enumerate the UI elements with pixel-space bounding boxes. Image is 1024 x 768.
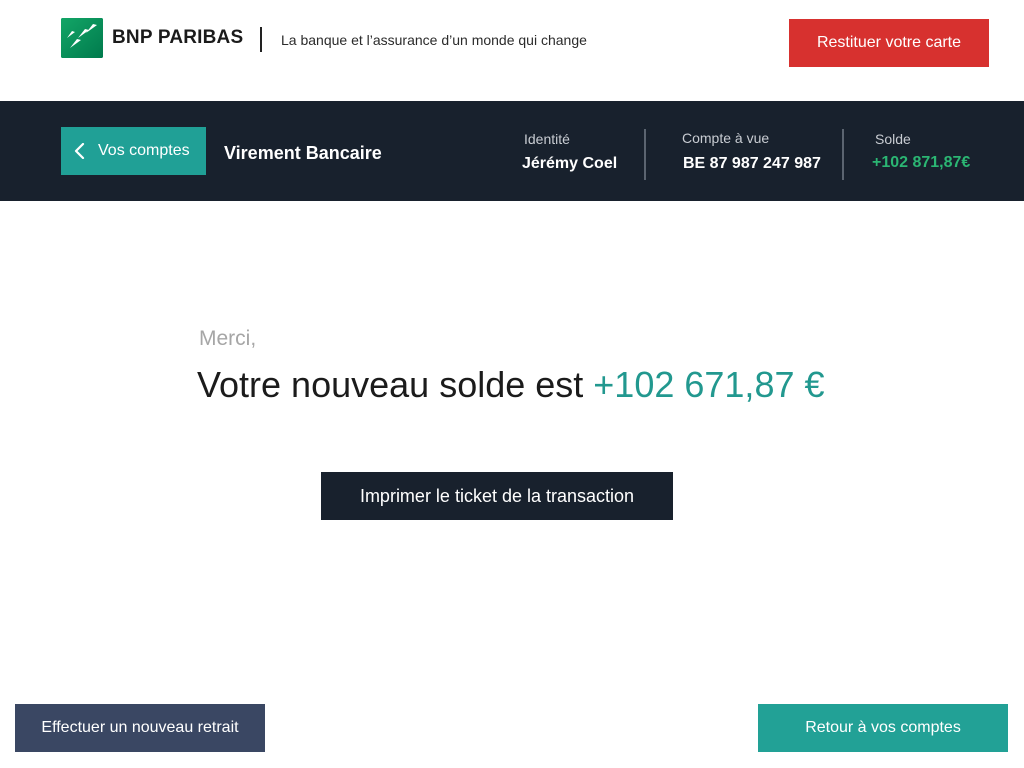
new-balance-amount: +102 671,87 € xyxy=(593,364,825,405)
back-button-label: Vos comptes xyxy=(98,142,190,159)
bnp-logo-icon xyxy=(61,18,103,58)
thanks-text: Merci, xyxy=(199,327,257,350)
identity-value: Jérémy Coel xyxy=(522,155,618,172)
balance-value: +102 871,87€ xyxy=(872,154,971,171)
brand-tagline: La banque et l’assurance d’un monde qui … xyxy=(281,32,587,48)
balance-label: Solde xyxy=(875,131,911,147)
new-balance-message: Votre nouveau solde est +102 671,87 € xyxy=(197,364,825,406)
print-ticket-button[interactable]: Imprimer le ticket de la transaction xyxy=(321,472,673,520)
chevron-left-icon xyxy=(73,143,95,159)
new-withdrawal-button[interactable]: Effectuer un nouveau retrait xyxy=(15,704,265,752)
return-card-button[interactable]: Restituer votre carte xyxy=(789,19,989,67)
account-value: BE 87 987 247 987 xyxy=(683,155,821,172)
back-to-accounts-button[interactable]: Vos comptes xyxy=(61,127,206,175)
account-navbar: Vos comptes Virement Bancaire Identité J… xyxy=(0,101,1024,201)
page-title: Virement Bancaire xyxy=(224,143,382,163)
identity-label: Identité xyxy=(524,131,570,147)
info-divider xyxy=(644,129,646,180)
back-to-accounts-footer-button[interactable]: Retour à vos comptes xyxy=(758,704,1008,752)
info-divider xyxy=(842,129,844,180)
brand-name: BNP PARIBAS xyxy=(112,27,244,48)
account-label: Compte à vue xyxy=(682,130,770,146)
top-header: BNP PARIBAS La banque et l’assurance d’u… xyxy=(0,0,1024,101)
brand-divider xyxy=(260,27,262,52)
balance-message-text: Votre nouveau solde est xyxy=(197,364,594,405)
